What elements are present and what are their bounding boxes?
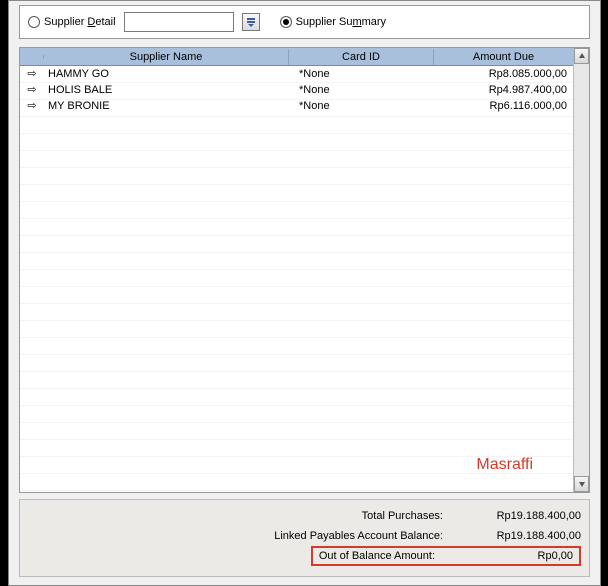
scroll-down-button[interactable] [574, 476, 589, 492]
out-of-balance-highlight: Out of Balance Amount: Rp0,00 [311, 546, 581, 566]
col-header-card[interactable]: Card ID [289, 49, 434, 65]
cell-amount: Rp4.987.400,00 [434, 84, 573, 96]
linked-balance-label: Linked Payables Account Balance: [223, 530, 443, 542]
out-of-balance-value: Rp0,00 [453, 550, 573, 562]
total-purchases-row: Total Purchases: Rp19.188.400,00 [28, 506, 581, 526]
table-row[interactable]: ⇨ MY BRONIE *None Rp6.116.000,00 [20, 98, 573, 114]
table-row[interactable]: ⇨ HAMMY GO *None Rp8.085.000,00 [20, 66, 573, 82]
supplier-detail-label: Supplier Detail [44, 16, 116, 28]
totals-footer: Total Purchases: Rp19.188.400,00 Linked … [19, 499, 590, 577]
supplier-detail-radio[interactable]: Supplier Detail [28, 16, 116, 28]
watermark-text: Masraffi [476, 456, 533, 474]
table-header: Supplier Name Card ID Amount Due [20, 48, 573, 66]
detail-arrow-icon[interactable]: ⇨ [27, 69, 36, 80]
cell-name: HAMMY GO [44, 68, 289, 80]
table-row[interactable]: ⇨ HOLIS BALE *None Rp4.987.400,00 [20, 82, 573, 98]
supplier-table: Supplier Name Card ID Amount Due ⇨ HAMMY… [19, 47, 590, 493]
cell-card: *None [289, 84, 434, 96]
col-header-arrow[interactable] [20, 55, 44, 59]
radio-icon [28, 16, 40, 28]
supplier-balances-window: Supplier Detail Supplier Summary Supplie… [8, 0, 601, 586]
vertical-scrollbar[interactable] [573, 48, 589, 492]
cell-card: *None [289, 100, 434, 112]
supplier-summary-label: Supplier Summary [296, 16, 387, 28]
dropdown-icon [246, 17, 256, 27]
table-body: ⇨ HAMMY GO *None Rp8.085.000,00 ⇨ HOLIS … [20, 66, 573, 492]
scroll-track[interactable] [574, 64, 589, 476]
total-purchases-value: Rp19.188.400,00 [461, 510, 581, 522]
out-of-balance-row: Out of Balance Amount: Rp0,00 [28, 546, 581, 566]
chevron-up-icon [578, 52, 586, 60]
col-header-amount[interactable]: Amount Due [434, 49, 573, 65]
supplier-select[interactable] [124, 12, 234, 32]
cell-amount: Rp6.116.000,00 [434, 100, 573, 112]
supplier-select-dropdown-button[interactable] [242, 13, 260, 31]
total-purchases-label: Total Purchases: [223, 510, 443, 522]
out-of-balance-label: Out of Balance Amount: [319, 550, 435, 562]
detail-arrow-icon[interactable]: ⇨ [27, 85, 36, 96]
cell-name: MY BRONIE [44, 100, 289, 112]
filter-bar: Supplier Detail Supplier Summary [19, 5, 590, 39]
col-header-name[interactable]: Supplier Name [44, 49, 289, 65]
supplier-summary-radio[interactable]: Supplier Summary [280, 16, 387, 28]
cell-amount: Rp8.085.000,00 [434, 68, 573, 80]
detail-arrow-icon[interactable]: ⇨ [27, 101, 36, 112]
chevron-down-icon [578, 480, 586, 488]
linked-balance-row: Linked Payables Account Balance: Rp19.18… [28, 526, 581, 546]
linked-balance-value: Rp19.188.400,00 [461, 530, 581, 542]
cell-name: HOLIS BALE [44, 84, 289, 96]
cell-card: *None [289, 68, 434, 80]
table-area: Supplier Name Card ID Amount Due ⇨ HAMMY… [20, 48, 573, 492]
radio-icon [280, 16, 292, 28]
scroll-up-button[interactable] [574, 48, 589, 64]
